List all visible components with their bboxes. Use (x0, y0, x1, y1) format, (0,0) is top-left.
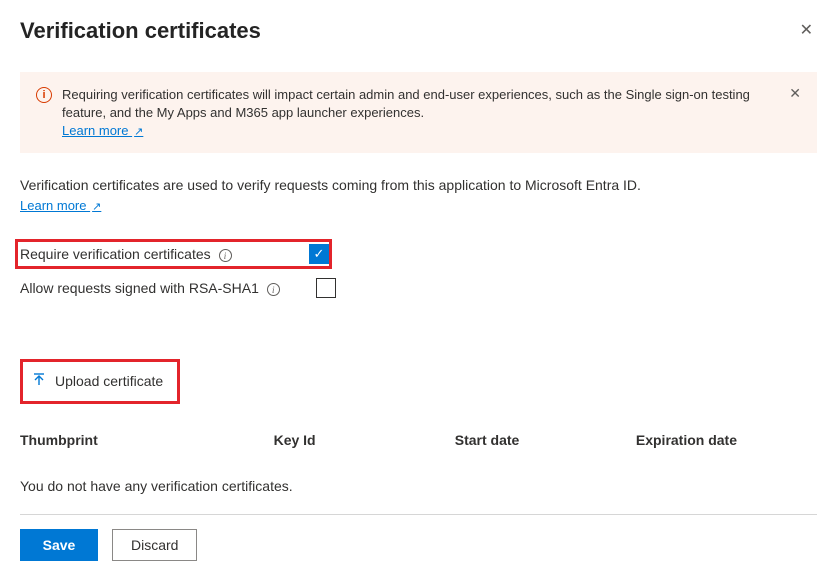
page-title: Verification certificates (20, 18, 261, 44)
discard-button[interactable]: Discard (112, 529, 197, 561)
allow-sha1-checkbox[interactable] (316, 278, 336, 298)
panel-header: Verification certificates ✕ (20, 18, 817, 44)
col-startdate: Start date (455, 432, 636, 448)
require-cert-option: Require verification certificates i ✓ (15, 239, 332, 269)
allow-sha1-label: Allow requests signed with RSA-SHA1 i (20, 280, 316, 296)
allow-sha1-option: Allow requests signed with RSA-SHA1 i (20, 273, 336, 303)
footer-actions: Save Discard (20, 529, 817, 561)
info-warning-icon: i (36, 87, 52, 103)
banner-message: Requiring verification certificates will… (62, 87, 750, 120)
col-keyid: Key Id (274, 432, 455, 448)
certificates-table: Thumbprint Key Id Start date Expiration … (20, 424, 817, 515)
options-group: Require verification certificates i ✓ Al… (20, 239, 817, 303)
upload-icon (31, 372, 47, 391)
info-icon[interactable]: i (267, 283, 280, 296)
external-link-icon: ↗ (134, 126, 143, 138)
upload-label: Upload certificate (55, 373, 163, 389)
external-link-icon: ↗ (92, 201, 101, 213)
divider (20, 514, 817, 515)
info-icon[interactable]: i (219, 249, 232, 262)
banner-learn-more-link[interactable]: Learn more ↗ (62, 123, 143, 138)
close-icon[interactable]: ✕ (796, 19, 817, 43)
banner-close-icon[interactable]: ✕ (789, 86, 801, 100)
col-thumbprint: Thumbprint (20, 432, 274, 448)
table-header: Thumbprint Key Id Start date Expiration … (20, 424, 817, 456)
col-expiration: Expiration date (636, 432, 817, 448)
require-cert-checkbox[interactable]: ✓ (309, 244, 329, 264)
banner-text: Requiring verification certificates will… (62, 86, 777, 141)
require-cert-label: Require verification certificates i (20, 246, 309, 262)
warning-banner: i Requiring verification certificates wi… (20, 72, 817, 153)
save-button[interactable]: Save (20, 529, 98, 561)
upload-certificate-button[interactable]: Upload certificate (20, 359, 180, 404)
table-empty-message: You do not have any verification certifi… (20, 456, 817, 514)
description-text: Verification certificates are used to ve… (20, 177, 817, 193)
learn-more-link[interactable]: Learn more ↗ (20, 198, 101, 213)
